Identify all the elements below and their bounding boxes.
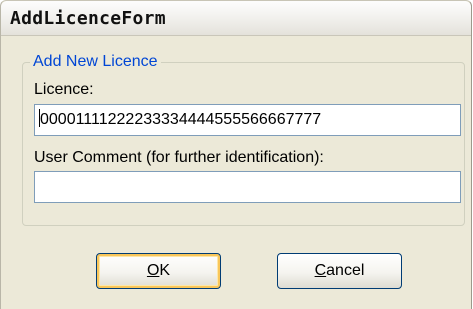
ok-button[interactable]: OK [96, 253, 221, 289]
user-comment-input[interactable] [34, 171, 461, 203]
add-licence-dialog: AddLicenceForm Add New Licence Licence: … [0, 0, 472, 309]
ok-button-label: K [159, 262, 171, 279]
groupbox-legend: Add New Licence [30, 52, 161, 71]
window-title: AddLicenceForm [10, 8, 166, 29]
licence-input[interactable]: 00001111222233334444555566667777 [34, 104, 461, 136]
cancel-button[interactable]: Cancel [277, 253, 402, 289]
user-comment-label: User Comment (for further identification… [34, 149, 324, 166]
ok-button-mnemonic: O [146, 262, 160, 279]
title-bar[interactable]: AddLicenceForm [1, 1, 471, 36]
cancel-button-mnemonic: C [314, 262, 327, 279]
licence-label: Licence: [34, 81, 94, 98]
licence-input-value: 00001111222233334444555566667777 [40, 111, 322, 128]
cancel-button-label: ancel [326, 262, 365, 279]
